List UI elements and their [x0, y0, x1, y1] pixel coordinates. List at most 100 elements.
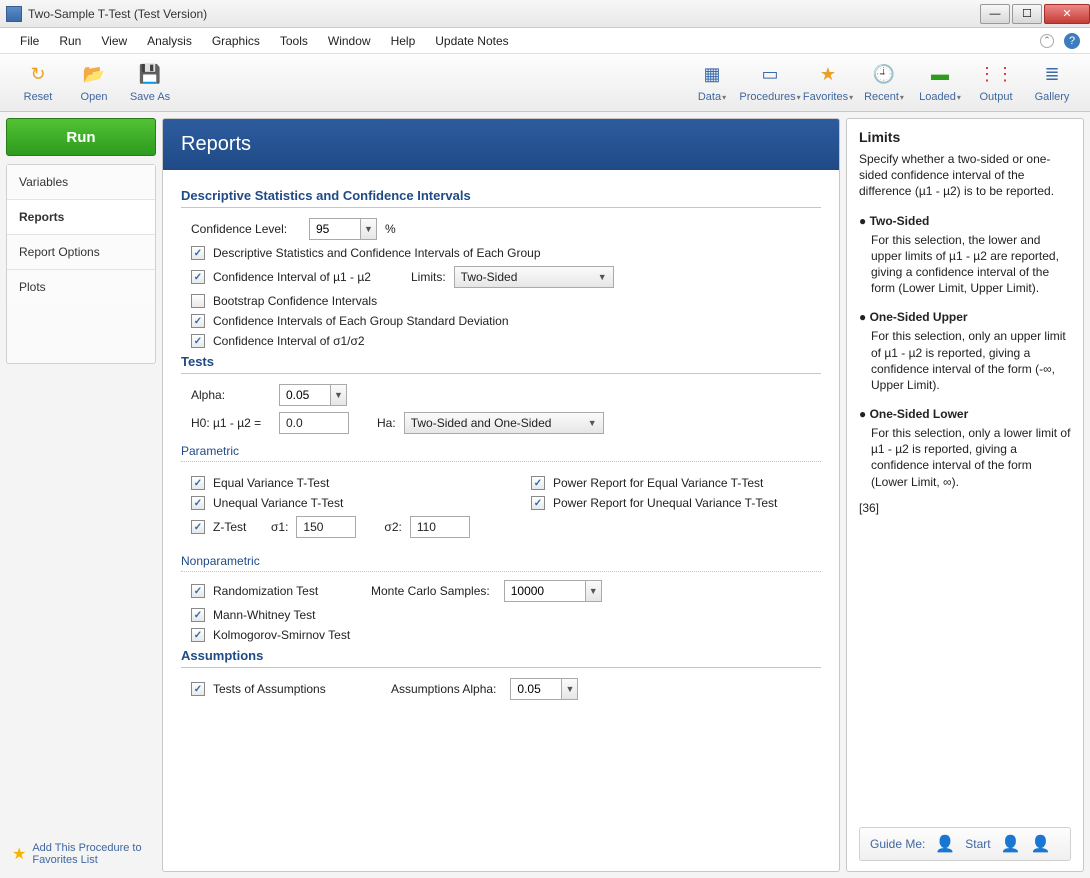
gallery-icon: ≣: [1040, 63, 1064, 87]
collapse-ribbon-icon[interactable]: ⌃: [1040, 34, 1054, 48]
checkbox-unequal-var-ttest[interactable]: [191, 496, 205, 510]
chevron-down-icon: ▼: [360, 219, 376, 239]
monte-carlo-input[interactable]: [505, 582, 585, 600]
tool-save-as[interactable]: 💾Save As: [122, 57, 178, 109]
assumptions-alpha-input[interactable]: [511, 680, 561, 698]
checkbox-z-test[interactable]: [191, 520, 205, 534]
help-b1-body: For this selection, the lower and upper …: [871, 232, 1071, 297]
guide-prev-icon[interactable]: 👤: [1001, 834, 1021, 854]
guide-start-icon[interactable]: 👤: [935, 834, 955, 854]
data-icon: ▦: [700, 63, 724, 87]
tool-gallery[interactable]: ≣Gallery: [1024, 57, 1080, 109]
checkbox-mann-whitney[interactable]: [191, 608, 205, 622]
chevron-down-icon: ▼: [588, 418, 597, 428]
menu-window[interactable]: Window: [318, 30, 381, 52]
guide-label: Guide Me:: [870, 837, 925, 851]
maximize-button[interactable]: ☐: [1012, 4, 1042, 24]
checkbox-randomization-test[interactable]: [191, 584, 205, 598]
tool-favorites[interactable]: ★Favorites▾: [800, 57, 856, 109]
guide-next-icon[interactable]: 👤: [1031, 834, 1051, 854]
menu-graphics[interactable]: Graphics: [202, 30, 270, 52]
checkbox-bootstrap-ci[interactable]: [191, 294, 205, 308]
subsection-nonparametric: Nonparametric: [181, 554, 821, 572]
chevron-down-icon: ▼: [585, 581, 601, 601]
tool-open[interactable]: 📂Open: [66, 57, 122, 109]
help-b2-body: For this selection, only an upper limit …: [871, 328, 1071, 393]
help-b1-head: ● Two-Sided: [859, 214, 1071, 228]
checkbox-desc-each-group[interactable]: [191, 246, 205, 260]
h0-label: H0: µ1 - µ2 =: [191, 416, 271, 430]
conf-level-label: Confidence Level:: [191, 222, 301, 236]
app-icon: [6, 6, 22, 22]
alpha-input[interactable]: [280, 386, 330, 404]
menu-view[interactable]: View: [91, 30, 137, 52]
menubar: File Run View Analysis Graphics Tools Wi…: [0, 28, 1090, 54]
guide-bar: Guide Me: 👤 Start 👤 👤: [859, 827, 1071, 861]
help-title: Limits: [859, 129, 1071, 145]
help-b2-head: ● One-Sided Upper: [859, 310, 1071, 324]
run-button[interactable]: Run: [6, 118, 156, 156]
help-b3-head: ● One-Sided Lower: [859, 407, 1071, 421]
menu-file[interactable]: File: [10, 30, 49, 52]
monte-carlo-label: Monte Carlo Samples:: [371, 584, 490, 598]
checkbox-equal-var-ttest[interactable]: [191, 476, 205, 490]
favorites-icon: ★: [816, 63, 840, 87]
sidebar: Run Variables Reports Report Options Plo…: [6, 118, 156, 872]
sidebar-item-report-options[interactable]: Report Options: [7, 235, 155, 270]
menu-tools[interactable]: Tools: [270, 30, 318, 52]
checkbox-tests-of-assumptions[interactable]: [191, 682, 205, 696]
assumptions-alpha-label: Assumptions Alpha:: [391, 682, 496, 696]
help-b3-body: For this selection, only a lower limit o…: [871, 425, 1071, 490]
help-icon[interactable]: ?: [1064, 33, 1080, 49]
section-tests: Tests: [181, 354, 821, 374]
sidebar-item-plots[interactable]: Plots: [7, 270, 155, 304]
ha-select[interactable]: Two-Sided and One-Sided▼: [404, 412, 604, 434]
tool-data[interactable]: ▦Data▾: [684, 57, 740, 109]
menu-run[interactable]: Run: [49, 30, 91, 52]
checkbox-ci-mu-diff[interactable]: [191, 270, 205, 284]
panel-title: Reports: [163, 119, 839, 170]
guide-start-label[interactable]: Start: [965, 837, 990, 851]
conf-level-combo[interactable]: ▼: [309, 218, 377, 240]
tool-output[interactable]: ⋮⋮Output: [968, 57, 1024, 109]
monte-carlo-combo[interactable]: ▼: [504, 580, 602, 602]
sigma1-input[interactable]: [296, 516, 356, 538]
panel-body: Descriptive Statistics and Confidence In…: [163, 170, 839, 871]
assumptions-alpha-combo[interactable]: ▼: [510, 678, 578, 700]
add-to-favorites-link[interactable]: ★ Add This Procedure to Favorites List: [6, 836, 156, 872]
menu-analysis[interactable]: Analysis: [137, 30, 202, 52]
alpha-combo[interactable]: ▼: [279, 384, 347, 406]
limits-label: Limits:: [411, 270, 446, 284]
checkbox-kolmogorov-smirnov[interactable]: [191, 628, 205, 642]
chevron-down-icon: ▼: [598, 272, 607, 282]
checkbox-ci-sigma-ratio[interactable]: [191, 334, 205, 348]
chevron-down-icon: ▼: [561, 679, 577, 699]
star-plus-icon: ★: [12, 844, 26, 864]
h0-input[interactable]: [279, 412, 349, 434]
sigma2-input[interactable]: [410, 516, 470, 538]
checkbox-power-unequal-var[interactable]: [531, 496, 545, 510]
close-button[interactable]: ✕: [1044, 4, 1090, 24]
help-intro: Specify whether a two-sided or one-sided…: [859, 151, 1071, 200]
toolbar: ↻Reset 📂Open 💾Save As ▦Data▾ ▭Procedures…: [0, 54, 1090, 112]
loaded-icon: ▬: [928, 63, 952, 87]
tool-recent[interactable]: 🕘Recent▾: [856, 57, 912, 109]
recent-icon: 🕘: [872, 63, 896, 87]
tool-reset[interactable]: ↻Reset: [10, 57, 66, 109]
sidebar-item-variables[interactable]: Variables: [7, 165, 155, 200]
procedures-icon: ▭: [758, 63, 782, 87]
limits-select[interactable]: Two-Sided▼: [454, 266, 614, 288]
subsection-parametric: Parametric: [181, 444, 821, 462]
menu-update-notes[interactable]: Update Notes: [425, 30, 518, 52]
tool-loaded[interactable]: ▬Loaded▾: [912, 57, 968, 109]
main-area: Run Variables Reports Report Options Plo…: [0, 112, 1090, 878]
section-descriptive: Descriptive Statistics and Confidence In…: [181, 188, 821, 208]
checkbox-power-equal-var[interactable]: [531, 476, 545, 490]
open-icon: 📂: [82, 63, 106, 87]
sidebar-item-reports[interactable]: Reports: [7, 200, 155, 235]
conf-level-input[interactable]: [310, 220, 360, 238]
tool-procedures[interactable]: ▭Procedures▾: [740, 57, 800, 109]
menu-help[interactable]: Help: [381, 30, 426, 52]
checkbox-ci-group-sd[interactable]: [191, 314, 205, 328]
minimize-button[interactable]: —: [980, 4, 1010, 24]
